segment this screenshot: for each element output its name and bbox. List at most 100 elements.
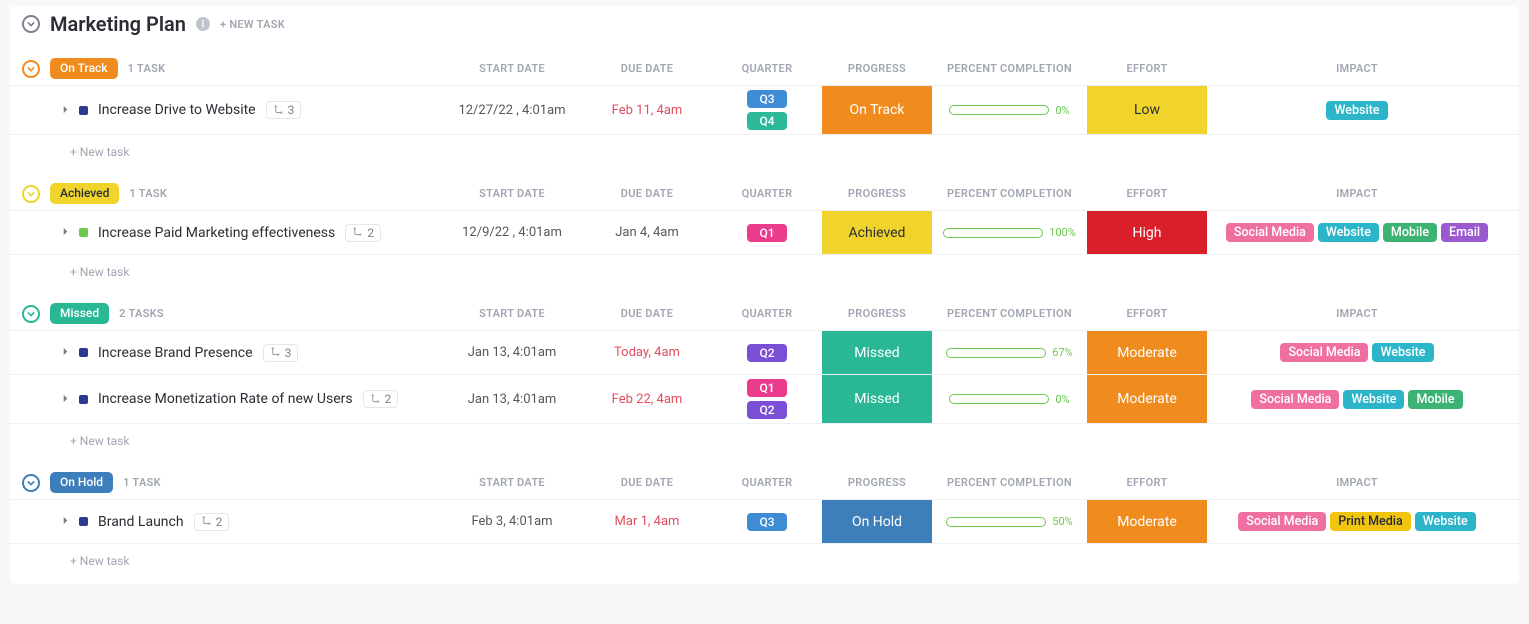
quarter-chip: Q1 — [747, 379, 787, 397]
subtask-icon — [370, 394, 381, 405]
impact-chip: Mobile — [1383, 223, 1437, 242]
group-collapse-icon[interactable] — [22, 305, 40, 323]
status-square-icon — [79, 228, 88, 237]
new-task-button[interactable]: + New task — [10, 134, 1519, 165]
impact-cell[interactable]: Social MediaWebsiteMobile — [1207, 390, 1507, 409]
col-progress: PROGRESS — [822, 187, 932, 200]
task-row[interactable]: Increase Monetization Rate of new Users … — [10, 374, 1519, 423]
group-collapse-icon[interactable] — [22, 474, 40, 492]
effort-cell[interactable]: High — [1087, 211, 1207, 254]
percent-label: 50% — [1052, 515, 1072, 528]
due-date-cell[interactable]: Jan 4, 4am — [582, 225, 712, 240]
impact-chip: Print Media — [1330, 512, 1410, 531]
quarter-cell[interactable]: Q3Q4 — [712, 90, 822, 130]
board-page: Marketing Plan i + NEW TASK On Track 1 T… — [10, 6, 1519, 584]
board-collapse-icon[interactable] — [22, 15, 40, 33]
progress-cell[interactable]: Missed — [822, 331, 932, 374]
expand-caret-icon[interactable] — [62, 345, 69, 360]
progress-cell[interactable]: Achieved — [822, 211, 932, 254]
effort-cell[interactable]: Low — [1087, 86, 1207, 134]
impact-chip: Website — [1415, 512, 1476, 531]
start-date-cell[interactable]: 12/9/22 , 4:01am — [442, 225, 582, 240]
subtask-chip[interactable]: 2 — [363, 390, 399, 408]
col-effort: EFFORT — [1087, 476, 1207, 489]
group-status-pill[interactable]: On Track — [50, 58, 118, 79]
new-task-button[interactable]: + New task — [10, 543, 1519, 574]
percent-cell[interactable]: 0% — [932, 104, 1087, 117]
group-status-pill[interactable]: Achieved — [50, 183, 119, 204]
progress-cell[interactable]: On Hold — [822, 500, 932, 543]
new-task-top-button[interactable]: + NEW TASK — [220, 18, 285, 31]
percent-cell[interactable]: 50% — [932, 515, 1087, 528]
impact-chip: Email — [1441, 223, 1488, 242]
quarter-cell[interactable]: Q2 — [712, 344, 822, 362]
progress-cell[interactable]: On Track — [822, 86, 932, 134]
new-task-button[interactable]: + New task — [10, 254, 1519, 285]
task-row[interactable]: Increase Drive to Website 3 12/27/22 , 4… — [10, 85, 1519, 134]
col-due-date: DUE DATE — [582, 476, 712, 489]
task-name: Increase Paid Marketing effectiveness — [98, 225, 335, 241]
quarter-cell[interactable]: Q3 — [712, 513, 822, 531]
expand-caret-icon[interactable] — [62, 103, 69, 118]
subtask-icon — [352, 227, 363, 238]
group-header: Missed 2 TASKS START DATE DUE DATE QUART… — [10, 303, 1519, 330]
percent-cell[interactable]: 67% — [932, 346, 1087, 359]
expand-caret-icon[interactable] — [62, 392, 69, 407]
col-due-date: DUE DATE — [582, 187, 712, 200]
task-name: Increase Brand Presence — [98, 345, 253, 361]
impact-chip: Social Media — [1226, 223, 1314, 242]
task-row[interactable]: Brand Launch 2 Feb 3, 4:01am Mar 1, 4am … — [10, 499, 1519, 543]
task-name: Increase Monetization Rate of new Users — [98, 391, 353, 407]
due-date-cell[interactable]: Feb 11, 4am — [582, 103, 712, 118]
group: On Hold 1 TASK START DATE DUE DATE QUART… — [10, 472, 1519, 574]
expand-caret-icon[interactable] — [62, 225, 69, 240]
expand-caret-icon[interactable] — [62, 514, 69, 529]
start-date-cell[interactable]: Feb 3, 4:01am — [442, 514, 582, 529]
effort-cell[interactable]: Moderate — [1087, 500, 1207, 543]
task-row[interactable]: Increase Brand Presence 3 Jan 13, 4:01am… — [10, 330, 1519, 374]
quarter-cell[interactable]: Q1Q2 — [712, 379, 822, 419]
impact-cell[interactable]: Website — [1207, 101, 1507, 120]
quarter-chip: Q3 — [747, 90, 787, 108]
due-date-cell[interactable]: Mar 1, 4am — [582, 514, 712, 529]
status-square-icon — [79, 348, 88, 357]
impact-chip: Social Media — [1280, 343, 1368, 362]
new-task-button[interactable]: + New task — [10, 423, 1519, 454]
percent-bar — [946, 517, 1046, 527]
start-date-cell[interactable]: Jan 13, 4:01am — [442, 345, 582, 360]
col-percent: PERCENT COMPLETION — [932, 187, 1087, 200]
group-header: On Track 1 TASK START DATE DUE DATE QUAR… — [10, 58, 1519, 85]
start-date-cell[interactable]: 12/27/22 , 4:01am — [442, 103, 582, 118]
impact-cell[interactable]: Social MediaPrint Media Website — [1207, 512, 1507, 531]
task-row[interactable]: Increase Paid Marketing effectiveness 2 … — [10, 210, 1519, 254]
due-date-cell[interactable]: Today, 4am — [582, 345, 712, 360]
info-icon[interactable]: i — [196, 17, 210, 31]
percent-bar — [943, 228, 1043, 238]
group-status-pill[interactable]: On Hold — [50, 472, 113, 493]
due-date-cell[interactable]: Feb 22, 4am — [582, 392, 712, 407]
percent-cell[interactable]: 0% — [932, 393, 1087, 406]
impact-chip: Social Media — [1238, 512, 1326, 531]
col-progress: PROGRESS — [822, 307, 932, 320]
group-status-pill[interactable]: Missed — [50, 303, 109, 324]
impact-cell[interactable]: Social MediaWebsiteMobileEmail — [1207, 223, 1507, 242]
percent-label: 67% — [1052, 346, 1072, 359]
subtask-count: 3 — [285, 346, 292, 360]
group-collapse-icon[interactable] — [22, 185, 40, 203]
subtask-chip[interactable]: 3 — [263, 344, 299, 362]
effort-cell[interactable]: Moderate — [1087, 375, 1207, 423]
group-collapse-icon[interactable] — [22, 60, 40, 78]
board-header: Marketing Plan i + NEW TASK — [10, 12, 1519, 40]
col-percent: PERCENT COMPLETION — [932, 62, 1087, 75]
subtask-chip[interactable]: 2 — [345, 224, 381, 242]
subtask-icon — [270, 347, 281, 358]
impact-cell[interactable]: Social MediaWebsite — [1207, 343, 1507, 362]
subtask-chip[interactable]: 2 — [194, 513, 230, 531]
quarter-cell[interactable]: Q1 — [712, 224, 822, 242]
percent-cell[interactable]: 100% — [932, 226, 1087, 239]
quarter-chip: Q3 — [747, 513, 787, 531]
effort-cell[interactable]: Moderate — [1087, 331, 1207, 374]
progress-cell[interactable]: Missed — [822, 375, 932, 423]
start-date-cell[interactable]: Jan 13, 4:01am — [442, 392, 582, 407]
subtask-chip[interactable]: 3 — [266, 101, 302, 119]
